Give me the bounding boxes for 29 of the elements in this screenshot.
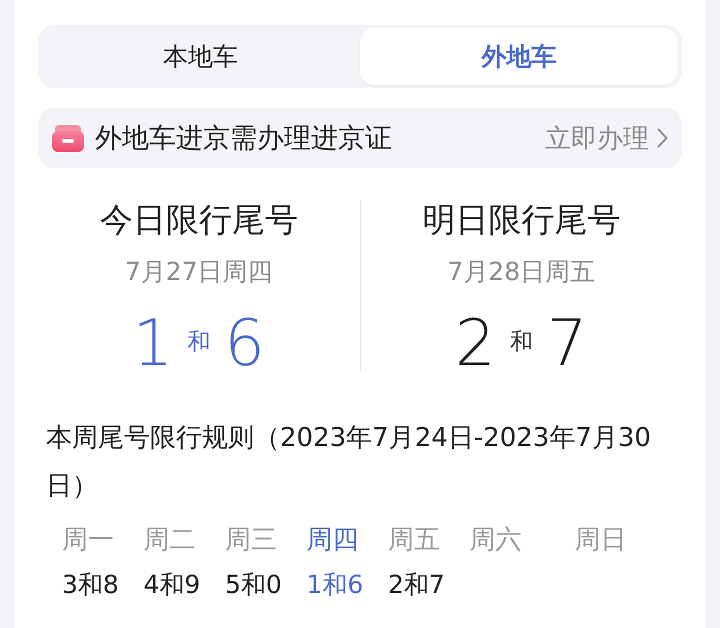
notice-text: 外地车进京需办理进京证 [95,122,393,156]
restriction-title: 明日限行尾号 [422,200,620,240]
weekday-label: 周三 [225,524,277,557]
tail-number: 2 [455,308,496,380]
card-stack-icon [52,124,84,152]
tail-number: 1 [132,308,174,380]
weekday-numbers: 5和0 [225,569,282,601]
weekday-label: 周四 [306,524,358,557]
restriction-title: 今日限行尾号 [100,200,298,240]
weekday-label: 周日 [574,524,626,557]
weekday-numbers: 4和9 [144,569,200,601]
weekday-label: 周一 [62,524,114,557]
weekday-numbers: 2和7 [388,569,445,601]
tail-number: 6 [224,308,265,380]
joiner-text: 和 [187,328,210,356]
weekday-label: 周五 [388,524,440,557]
weekday-label: 周二 [144,524,196,557]
chevron-right-icon [657,128,668,148]
date-label: 7月28日周五 [447,256,596,288]
apply-now-link[interactable]: 立即办理 [545,120,668,156]
tail-number: 7 [546,308,588,380]
tab[interactable]: 本地车 [41,28,360,85]
weekday-numbers: 3和8 [62,569,119,601]
tab[interactable]: 外地车 [360,28,678,85]
weekday-numbers: 1和6 [306,569,364,601]
joiner-text: 和 [510,328,533,356]
weekly-rules-title: 本周尾号限行规则（2023年7月24日-2023年7月30日） [46,422,652,503]
date-label: 7月27日周四 [124,256,273,288]
weekday-label: 周六 [470,524,522,557]
